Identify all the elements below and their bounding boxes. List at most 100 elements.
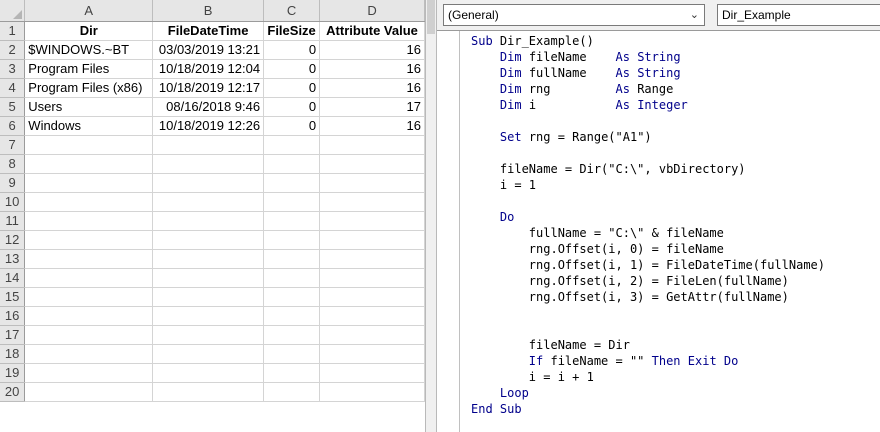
cell-b18[interactable] [152,344,265,364]
cell-a4[interactable]: Program Files (x86) [24,78,154,98]
cell-c13[interactable] [263,249,321,269]
cell-d8[interactable] [319,154,425,174]
row-header[interactable]: 9 [0,173,26,193]
cell-b14[interactable] [152,268,265,288]
cell-c9[interactable] [263,173,321,193]
cell-d3[interactable]: 16 [319,59,425,79]
cell-c7[interactable] [263,135,321,155]
code-line[interactable]: i = 1 [471,177,825,193]
row-header[interactable]: 6 [0,116,26,136]
row-header[interactable]: 17 [0,325,26,345]
cell-b2[interactable]: 03/03/2019 13:21 [152,40,265,60]
row-header[interactable]: 16 [0,306,26,326]
row-header[interactable]: 14 [0,268,26,288]
cell-d18[interactable] [319,344,425,364]
split-divider[interactable] [425,0,437,432]
procedure-dropdown[interactable]: Dir_Example [717,4,880,26]
cell-b3[interactable]: 10/18/2019 12:04 [152,59,265,79]
cell-c20[interactable] [263,382,321,402]
column-header-d[interactable]: D [319,0,425,22]
margin-indicator-bar[interactable] [437,31,460,432]
cell-d16[interactable] [319,306,425,326]
row-header[interactable]: 20 [0,382,26,402]
cell-b1[interactable]: FileDateTime [152,21,265,41]
cell-d9[interactable] [319,173,425,193]
code-line[interactable]: rng.Offset(i, 0) = fileName [471,241,825,257]
cell-d2[interactable]: 16 [319,40,425,60]
code-line[interactable]: Do [471,209,825,225]
cell-a15[interactable] [24,287,154,307]
row-header[interactable]: 13 [0,249,26,269]
cell-a17[interactable] [24,325,154,345]
code-line[interactable]: Set rng = Range("A1") [471,129,825,145]
cell-c8[interactable] [263,154,321,174]
cell-a18[interactable] [24,344,154,364]
spreadsheet[interactable]: A B C D 1 Dir FileDateTime FileSize Attribute Va… [0,0,425,432]
row-header[interactable]: 5 [0,97,26,117]
code-line[interactable]: End Sub [471,401,825,417]
cell-b17[interactable] [152,325,265,345]
row-header[interactable]: 3 [0,59,26,79]
cell-c16[interactable] [263,306,321,326]
cell-b16[interactable] [152,306,265,326]
cell-c3[interactable]: 0 [263,59,321,79]
code-window[interactable]: Sub Dir_Example() Dim fileName As String… [437,30,880,432]
code-line[interactable]: Dim fileName As String [471,49,825,65]
cell-b9[interactable] [152,173,265,193]
cell-b4[interactable]: 10/18/2019 12:17 [152,78,265,98]
cell-c4[interactable]: 0 [263,78,321,98]
code-line[interactable] [471,193,825,209]
cell-a3[interactable]: Program Files [24,59,154,79]
cell-d15[interactable] [319,287,425,307]
row-header[interactable]: 15 [0,287,26,307]
code-line[interactable] [471,321,825,337]
cell-b7[interactable] [152,135,265,155]
cell-c2[interactable]: 0 [263,40,321,60]
cell-d7[interactable] [319,135,425,155]
object-dropdown[interactable]: (General) ⌄ [443,4,705,26]
cell-a13[interactable] [24,249,154,269]
cell-b5[interactable]: 08/16/2018 9:46 [152,97,265,117]
code-line[interactable]: Dim rng As Range [471,81,825,97]
cell-d10[interactable] [319,192,425,212]
cell-a2[interactable]: $WINDOWS.~BT [24,40,154,60]
cell-a14[interactable] [24,268,154,288]
cell-c18[interactable] [263,344,321,364]
cell-c14[interactable] [263,268,321,288]
code-line[interactable]: rng.Offset(i, 2) = FileLen(fullName) [471,273,825,289]
cell-c6[interactable]: 0 [263,116,321,136]
cell-d5[interactable]: 17 [319,97,425,117]
row-header[interactable]: 19 [0,363,26,383]
cell-a19[interactable] [24,363,154,383]
scroll-thumb[interactable] [427,0,435,34]
cell-a1[interactable]: Dir [24,21,154,41]
cell-b20[interactable] [152,382,265,402]
chevron-down-icon[interactable]: ⌄ [690,5,699,25]
row-header[interactable]: 4 [0,78,26,98]
code-line[interactable]: fullName = "C:\" & fileName [471,225,825,241]
row-header[interactable]: 18 [0,344,26,364]
cell-c19[interactable] [263,363,321,383]
cell-c17[interactable] [263,325,321,345]
cell-grid[interactable]: A B C D 1 Dir FileDateTime FileSize Attribute Va… [0,0,425,402]
cell-c11[interactable] [263,211,321,231]
cell-b8[interactable] [152,154,265,174]
code-line[interactable]: If fileName = "" Then Exit Do [471,353,825,369]
row-header[interactable]: 1 [0,21,26,41]
cell-b10[interactable] [152,192,265,212]
code-line[interactable]: rng.Offset(i, 1) = FileDateTime(fullName… [471,257,825,273]
code-line[interactable]: Dim i As Integer [471,97,825,113]
code-text[interactable]: Sub Dir_Example() Dim fileName As String… [471,33,825,417]
cell-a7[interactable] [24,135,154,155]
code-line[interactable]: i = i + 1 [471,369,825,385]
cell-a12[interactable] [24,230,154,250]
cell-c12[interactable] [263,230,321,250]
cell-d17[interactable] [319,325,425,345]
row-header[interactable]: 12 [0,230,26,250]
column-header-c[interactable]: C [263,0,321,22]
code-line[interactable] [471,145,825,161]
row-header[interactable]: 11 [0,211,26,231]
row-header[interactable]: 10 [0,192,26,212]
row-header[interactable]: 7 [0,135,26,155]
code-line[interactable]: Loop [471,385,825,401]
